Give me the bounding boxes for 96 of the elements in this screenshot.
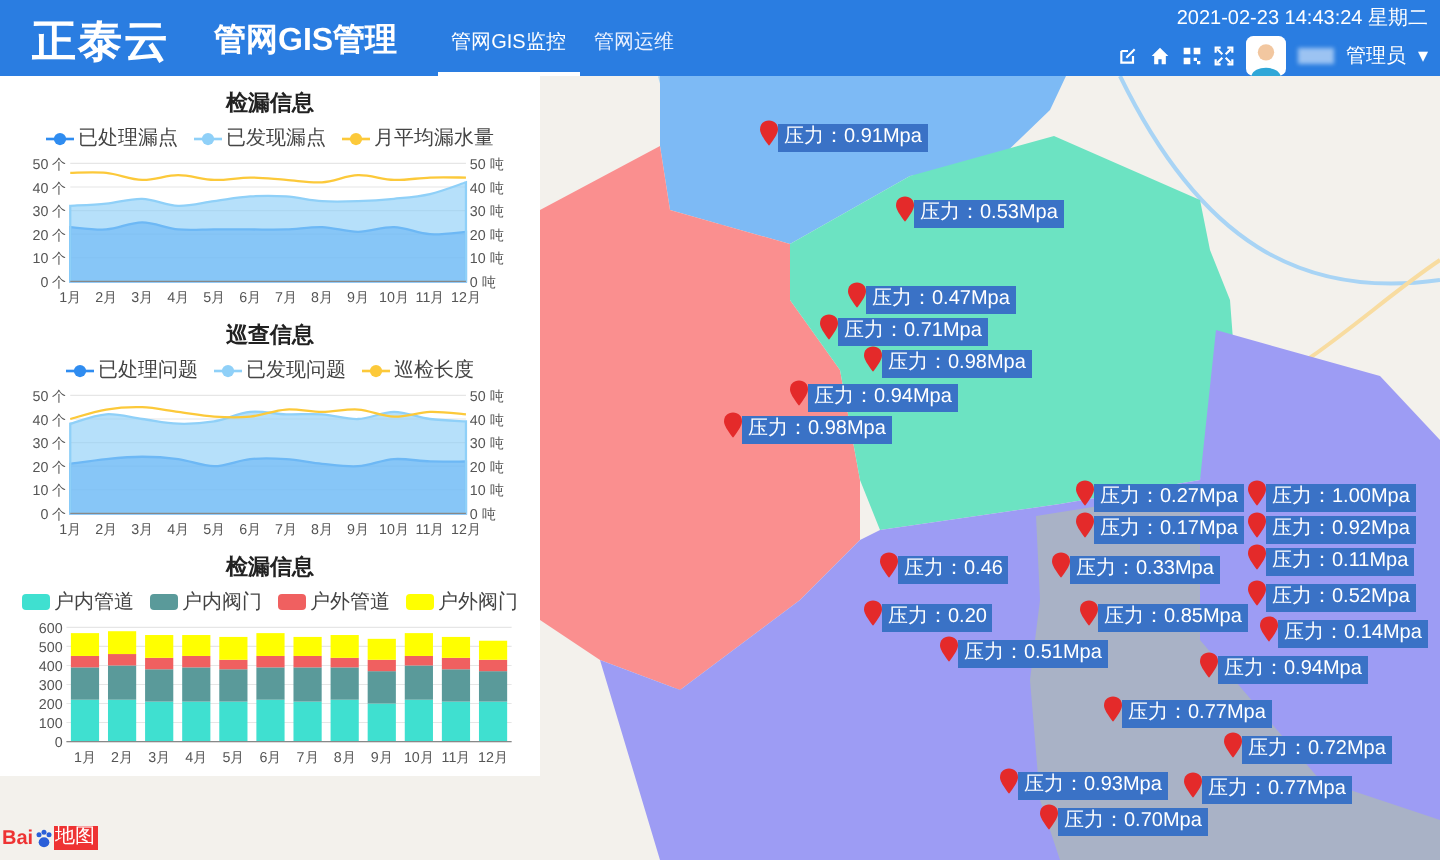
legend-line-icon — [342, 131, 370, 145]
pressure-label: 压力：0.98Mpa — [742, 416, 892, 444]
chart-title: 巡查信息 — [226, 321, 314, 350]
pressure-label: 压力：0.85Mpa — [1098, 604, 1248, 632]
pressure-label: 压力：0.33Mpa — [1070, 556, 1220, 584]
map-pin-icon[interactable] — [760, 120, 778, 146]
legend-label: 户内管道 — [54, 589, 134, 616]
bar — [441, 701, 471, 742]
map-pin-icon[interactable] — [790, 380, 808, 406]
map-pin-icon[interactable] — [1200, 652, 1218, 678]
map-pin-icon[interactable] — [1076, 480, 1094, 506]
legend-label: 已处理漏点 — [78, 125, 178, 152]
avatar-icon[interactable] — [1245, 36, 1286, 76]
edit-icon[interactable] — [1117, 46, 1138, 66]
map-pin-icon[interactable] — [1080, 600, 1098, 626]
map-pin-icon[interactable] — [1184, 772, 1202, 798]
pressure-label: 压力：0.46 — [898, 556, 1009, 584]
map-pin-icon[interactable] — [1224, 732, 1242, 758]
map-pin-icon[interactable] — [1000, 768, 1018, 794]
map-logo-text: Bai — [2, 827, 34, 849]
bar — [70, 699, 100, 742]
legend-label: 已处理问题 — [98, 357, 198, 384]
logo: 正泰云 — [32, 14, 170, 70]
pressure-label: 压力：0.77Mpa — [1122, 700, 1272, 728]
pressure-label: 压力：0.52Mpa — [1266, 584, 1416, 612]
map-pin-icon[interactable] — [1260, 616, 1278, 642]
legend-label: 户外阀门 — [438, 589, 518, 616]
map-pin-icon[interactable] — [1076, 512, 1094, 538]
legend-line-icon — [46, 131, 74, 145]
pressure-label: 压力：0.53Mpa — [914, 200, 1064, 228]
map-pin-icon[interactable] — [848, 282, 866, 308]
pressure-label: 压力：0.77Mpa — [1202, 776, 1352, 804]
pressure-label: 压力：0.92Mpa — [1266, 516, 1416, 544]
bar — [145, 701, 174, 742]
user-name[interactable]: 管理员 — [1345, 42, 1406, 70]
caret-icon[interactable]: ▾ — [1417, 45, 1428, 67]
map-logo-text: 地图 — [53, 826, 98, 850]
pressure-label: 压力：0.51Mpa — [958, 640, 1108, 668]
map-pin-icon[interactable] — [1104, 696, 1122, 722]
legend-label: 已发现问题 — [246, 358, 346, 384]
map-pin-icon[interactable] — [724, 412, 742, 438]
legend-label: 户外管道 — [310, 589, 390, 616]
home-icon[interactable] — [1149, 46, 1170, 66]
map-pin-icon[interactable] — [1248, 544, 1266, 570]
bar — [404, 699, 433, 742]
redacted-name-block — [1297, 48, 1334, 64]
pressure-label: 压力：1.00Mpa — [1266, 484, 1416, 512]
pressure-label: 压力：0.72Mpa — [1242, 736, 1392, 764]
map-pin-icon[interactable] — [1248, 512, 1266, 538]
map-pin-icon[interactable] — [880, 552, 898, 578]
legend-label: 已发现漏点 — [226, 125, 326, 152]
qr-code-icon[interactable] — [1181, 46, 1202, 66]
fullscreen-icon[interactable] — [1213, 46, 1234, 66]
datetime: 2021-02-23 14:43:24 星期二 — [1176, 5, 1428, 32]
legend-label: 户内阀门 — [182, 589, 262, 616]
bar — [330, 699, 359, 742]
bar — [367, 703, 396, 742]
pressure-label: 压力：0.11Mpa — [1266, 548, 1415, 576]
pressure-label: 压力：0.17Mpa — [1094, 516, 1244, 544]
map-pin-icon[interactable] — [1248, 480, 1266, 506]
map-pin-icon[interactable] — [1248, 580, 1266, 606]
bar — [256, 699, 285, 742]
bar — [219, 701, 248, 742]
pressure-label: 压力：0.70Mpa — [1058, 808, 1208, 836]
pressure-label: 压力：0.94Mpa — [808, 384, 958, 412]
pressure-label: 压力：0.14Mpa — [1278, 620, 1428, 648]
legend-line-icon — [194, 131, 222, 145]
chart-title: 检漏信息 — [226, 89, 314, 118]
legend-line-icon — [66, 363, 94, 377]
pressure-label: 压力：0.71Mpa — [838, 318, 988, 346]
legend-line-icon — [214, 363, 242, 377]
map-pin-icon[interactable] — [864, 600, 882, 626]
pressure-label: 压力：0.20 — [882, 604, 993, 632]
pressure-label: 压力：0.93Mpa — [1018, 772, 1168, 800]
bar — [108, 699, 137, 742]
nav-tab[interactable]: 管网运维 — [579, 0, 688, 76]
bar — [478, 701, 508, 742]
map-pin-icon[interactable] — [1052, 552, 1070, 578]
pressure-label: 压力：0.98Mpa — [882, 350, 1032, 378]
pressure-label: 压力：0.91Mpa — [778, 124, 928, 152]
bar — [293, 701, 322, 742]
map-pin-icon[interactable] — [896, 196, 914, 222]
legend-label: 巡检长度 — [394, 357, 474, 384]
legend-line-icon — [362, 363, 390, 377]
pressure-label: 压力：0.47Mpa — [866, 286, 1016, 314]
map-pin-icon[interactable] — [940, 636, 958, 662]
pressure-label: 压力：0.27Mpa — [1094, 484, 1244, 512]
bar — [182, 701, 211, 742]
legend-label: 月平均漏水量 — [374, 125, 494, 152]
map-pin-icon[interactable] — [820, 314, 838, 340]
map-pin-icon[interactable] — [864, 346, 882, 372]
pressure-label: 压力：0.94Mpa — [1218, 656, 1368, 684]
app-title: 管网GIS管理 — [214, 21, 398, 62]
paw-icon — [33, 828, 54, 848]
map-pin-icon[interactable] — [1040, 804, 1058, 830]
chart-title: 检漏信息 — [226, 553, 314, 582]
